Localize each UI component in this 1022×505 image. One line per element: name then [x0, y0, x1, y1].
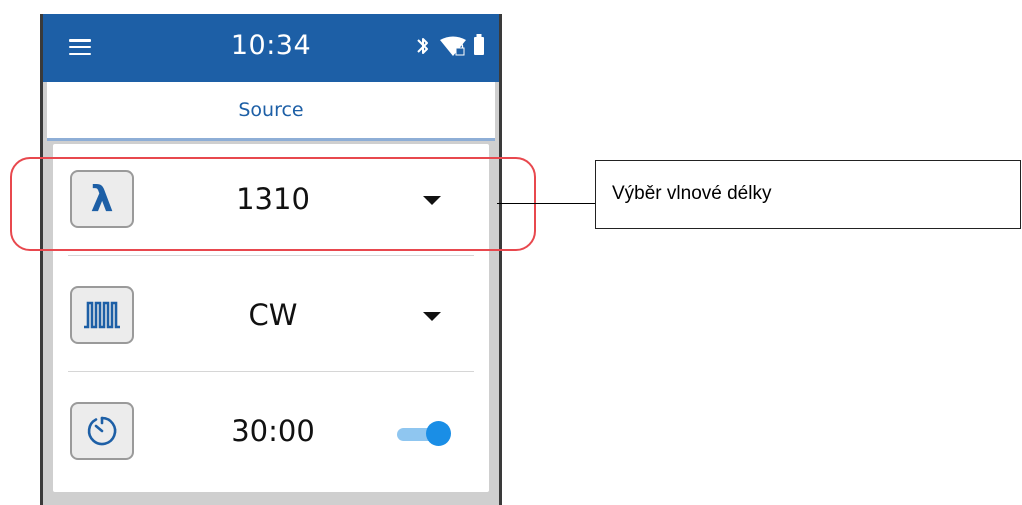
modulation-button[interactable] [70, 286, 134, 344]
callout-leader-line [497, 203, 595, 204]
timer-value: 30:00 [231, 414, 315, 448]
battery-icon [474, 34, 484, 55]
bluetooth-icon [417, 38, 428, 54]
modulation-value: CW [248, 298, 298, 332]
modulation-dropdown-arrow[interactable] [423, 312, 441, 321]
tab-bar: Source [47, 82, 495, 141]
status-bar: 10:34 [43, 14, 499, 82]
modulation-row[interactable]: CW [53, 260, 489, 372]
timer-icon [87, 416, 117, 446]
wifi-lock-icon [440, 36, 466, 56]
row-divider [68, 371, 474, 372]
timer-toggle[interactable] [395, 419, 451, 449]
tab-source[interactable]: Source [47, 99, 495, 121]
device-screen: 10:34 Source λ 1310 CW 30:00 [40, 14, 502, 505]
timer-row[interactable]: 30:00 [53, 376, 489, 488]
callout-box: Výběr vlnové délky [595, 160, 1021, 229]
callout-text: Výběr vlnové délky [612, 183, 772, 204]
row-divider [68, 255, 474, 256]
wavelength-highlight [10, 157, 536, 251]
pulse-waveform-icon [84, 301, 120, 329]
status-icons [381, 34, 491, 64]
timer-button[interactable] [70, 402, 134, 460]
toggle-knob [426, 421, 451, 446]
